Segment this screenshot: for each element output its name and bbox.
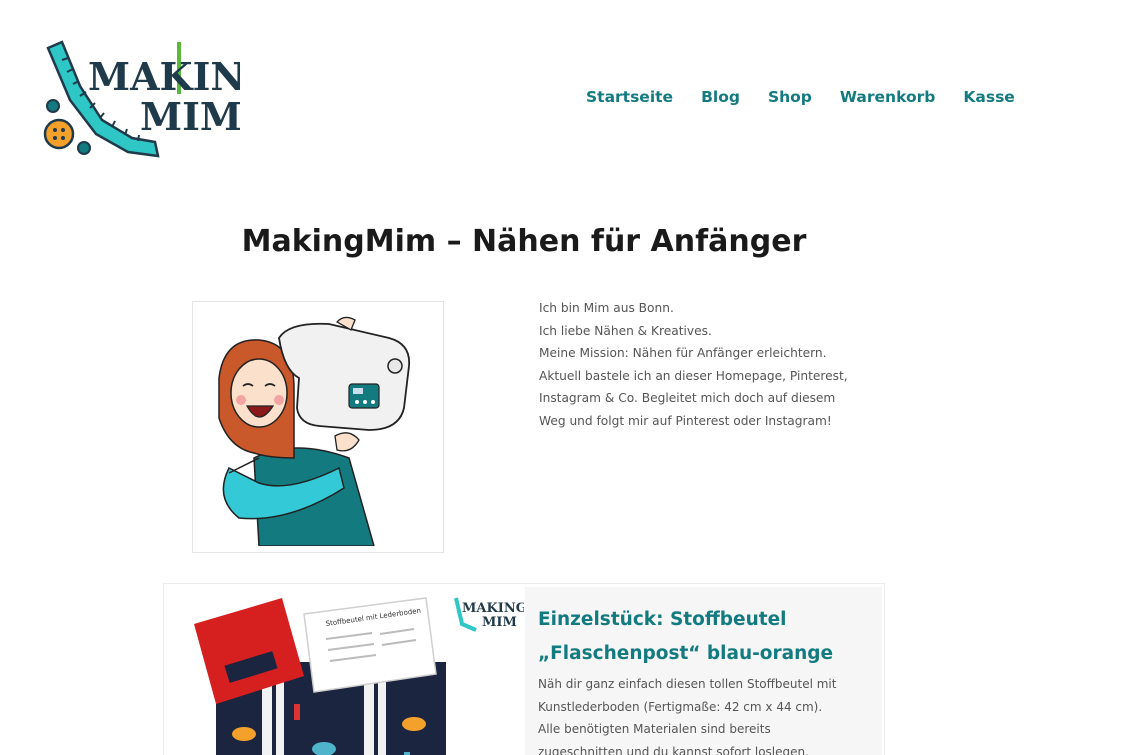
main-nav: Startseite Blog Shop Warenkorb Kasse — [586, 88, 1043, 106]
product-desc-line: zugeschnitten und du kannst sofort losle… — [538, 744, 809, 755]
logo-graphic: MAKING MIM — [43, 40, 240, 158]
product-description: Näh dir ganz einfach diesen tollen Stoff… — [538, 673, 868, 755]
product-title-line[interactable]: „Flaschenpost“ blau-orange — [538, 637, 868, 671]
product-desc-line: Näh dir ganz einfach diesen tollen Stoff… — [538, 677, 837, 691]
photo-logo-mim: MIM — [482, 615, 517, 630]
product-title[interactable]: Einzelstück: Stoffbeutel „Flaschenpost“ … — [538, 603, 868, 671]
product-desc-line: Alle benötigten Materialen sind bereits — [538, 722, 771, 736]
logo-text-making: MAKING — [88, 54, 240, 99]
nav-kasse[interactable]: Kasse — [963, 88, 1014, 106]
intro-text: Ich bin Mim aus Bonn. Ich liebe Nähen & … — [539, 297, 879, 432]
product-card[interactable]: Stoffbeutel mit Lederboden MAKING MIM Ei… — [163, 583, 885, 755]
nav-shop[interactable]: Shop — [768, 88, 812, 106]
product-photo: Stoffbeutel mit Lederboden MAKING MIM — [164, 584, 524, 755]
page-title: MakingMim – Nähen für Anfänger — [241, 224, 807, 259]
product-desc-line: Kunstlederboden (Fertigmaße: 42 cm x 44 … — [538, 699, 823, 714]
site-logo[interactable]: MAKING MIM — [40, 38, 240, 160]
intro-line: Meine Mission: Nähen für Anfänger erleic… — [539, 346, 827, 360]
logo-text-mim: MIM — [140, 94, 240, 139]
illustration-woman-with-sewing-machine — [199, 308, 437, 546]
product-image[interactable]: Stoffbeutel mit Lederboden MAKING MIM — [164, 584, 524, 755]
intro-line: Instagram & Co. Begleitet mich doch auf … — [539, 391, 836, 405]
intro-line: Ich bin Mim aus Bonn. — [539, 301, 674, 315]
product-card-body: Einzelstück: Stoffbeutel „Flaschenpost“ … — [525, 587, 882, 755]
intro-line: Ich liebe Nähen & Kreatives. — [539, 323, 712, 338]
nav-startseite[interactable]: Startseite — [586, 88, 673, 106]
nav-warenkorb[interactable]: Warenkorb — [840, 88, 935, 106]
product-title-line[interactable]: Einzelstück: Stoffbeutel — [538, 603, 868, 637]
photo-logo-making: MAKING — [462, 601, 524, 616]
intro-line: Aktuell bastele ich an dieser Homepage, … — [539, 368, 848, 383]
nav-blog[interactable]: Blog — [701, 88, 740, 106]
intro-line: Weg und folgt mir auf Pinterest oder Ins… — [539, 413, 832, 428]
portrait-image — [192, 301, 444, 553]
